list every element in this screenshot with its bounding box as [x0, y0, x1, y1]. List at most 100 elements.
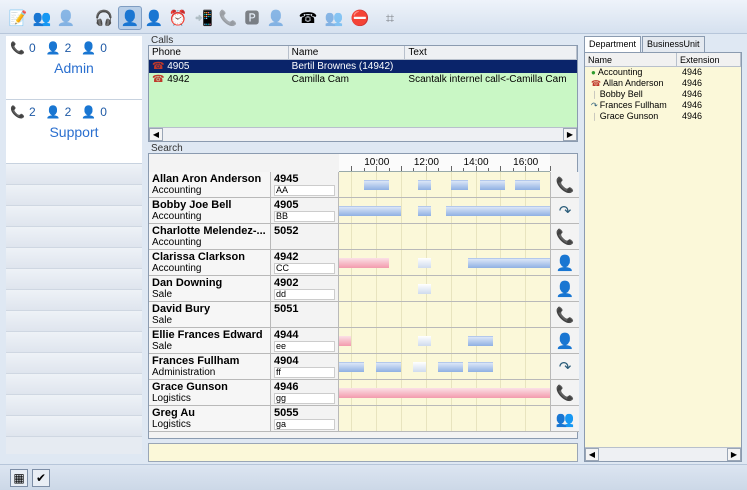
scroll-right-button[interactable]: ▶ — [563, 128, 577, 141]
search-input[interactable] — [148, 443, 578, 462]
person-department: Accounting — [152, 185, 202, 196]
user-available-button[interactable]: 👤 — [118, 6, 142, 30]
col-phone[interactable]: Phone — [149, 46, 289, 59]
call-row[interactable]: ☎ 4942 Camilla Cam Scantalk internel cal… — [149, 73, 577, 86]
person-department: Accounting — [152, 263, 202, 274]
transfer-call-button[interactable]: 📲 — [192, 6, 216, 30]
user-grey-button[interactable]: 👤 — [54, 6, 78, 30]
phone-idle-icon[interactable]: 📞 — [550, 380, 579, 405]
scroll-left-button[interactable]: ◀ — [585, 448, 599, 461]
person-extension: 4945 — [274, 173, 299, 185]
edit-profile-icon: 📝 — [8, 9, 28, 27]
phone-idle-icon: ❘ — [591, 112, 598, 121]
user-busy-button[interactable]: 👤 — [142, 6, 166, 30]
person-department: Accounting — [152, 237, 202, 248]
activity-bar — [376, 362, 402, 372]
department-row[interactable]: ❘ Grace Gunson 4946 — [585, 111, 741, 122]
activity-bar — [339, 362, 364, 372]
user-forward-button[interactable]: 👤 — [264, 6, 288, 30]
stop-button[interactable]: ⛔ — [348, 6, 372, 30]
hang-up-button[interactable]: ☎ — [296, 6, 320, 30]
agent-free-icon: 👤 — [81, 41, 97, 55]
network-icon[interactable]: ▦ — [10, 469, 28, 487]
user-clock-button[interactable]: ⏰ — [166, 6, 190, 30]
user-available-icon[interactable]: 👤 — [550, 276, 579, 301]
person-row[interactable]: Greg Au Logistics 5055 ga 👥 — [149, 406, 579, 432]
call-forward-icon[interactable]: ↷ — [550, 354, 579, 379]
person-row[interactable]: David Bury Sale 5051 📞 — [149, 302, 579, 328]
activity-bar — [339, 258, 389, 268]
col-extension[interactable]: Extension — [677, 53, 741, 66]
phone-idle-icon[interactable]: 📞 — [550, 224, 579, 249]
empty-slot — [6, 374, 142, 395]
person-department: Logistics — [152, 419, 191, 430]
empty-slot — [6, 227, 142, 248]
keypad-button[interactable]: ⌗ — [378, 6, 402, 30]
person-row[interactable]: Dan Downing Sale 4902 dd 👤 — [149, 276, 579, 302]
person-row[interactable]: Clarissa Clarkson Accounting 4942 CC 👤 — [149, 250, 579, 276]
department-member-extension: 4946 — [682, 67, 703, 77]
tab-business-unit[interactable]: BusinessUnit — [642, 36, 705, 52]
user-available-icon[interactable]: 👤 — [550, 328, 579, 353]
person-name-cell: Allan Aron Anderson Accounting — [149, 172, 271, 197]
extension-cell: 5051 — [271, 302, 339, 327]
phone-idle-icon: ❘ — [591, 90, 598, 99]
department-member-extension: 4946 — [682, 89, 703, 99]
person-department: Administration — [152, 367, 216, 378]
department-row[interactable]: ☎ Allan Anderson 4946 — [585, 78, 741, 89]
call-row[interactable]: ☎ 4905 Bertil Brownes (14942) — [149, 60, 577, 73]
scroll-left-button[interactable]: ◀ — [149, 128, 163, 141]
department-row[interactable]: ● Accounting 4946 — [585, 67, 741, 78]
activity-bar — [468, 336, 493, 346]
person-row[interactable]: Allan Aron Anderson Accounting 4945 AA 📞 — [149, 172, 579, 198]
park-button[interactable]: 🅿 — [240, 6, 264, 30]
conference-button[interactable]: 👥 — [322, 6, 346, 30]
col-name[interactable]: Name — [289, 46, 406, 59]
person-initials: ee — [274, 341, 335, 352]
empty-slot — [6, 416, 142, 437]
person-department: Sale — [152, 289, 173, 300]
activity-bar — [413, 362, 426, 372]
group-icon[interactable]: 👥 — [550, 406, 579, 431]
group-name: Admin — [54, 60, 94, 76]
person-row[interactable]: Frances Fullham Administration 4904 ff ↷ — [149, 354, 579, 380]
call-forward-icon[interactable]: ↷ — [550, 198, 579, 223]
timeline-track — [339, 250, 551, 275]
col-text[interactable]: Text — [405, 46, 577, 59]
user-headset-button[interactable]: 🎧 — [92, 6, 116, 30]
phone-ringing-icon[interactable]: 📞 — [550, 172, 579, 197]
users-group-button[interactable]: 👥 — [30, 6, 54, 30]
call-icon: ☎ — [152, 74, 165, 85]
person-extension: 5051 — [274, 303, 299, 315]
user-available-icon: 👤 — [120, 9, 140, 27]
call-back-button[interactable]: 📞 — [216, 6, 240, 30]
person-name-cell: Greg Au Logistics — [149, 406, 271, 431]
call-back-icon: 📞 — [218, 9, 238, 27]
activity-bar — [445, 206, 550, 216]
person-name: Grace Gunson — [152, 381, 228, 393]
check-icon[interactable]: ✔ — [32, 469, 50, 487]
edit-profile-button[interactable]: 📝 — [6, 6, 30, 30]
group-admin[interactable]: 📞 0 👤 2 👤 0 Admin — [6, 36, 142, 100]
free-count: 0 — [100, 105, 107, 119]
tab-department[interactable]: Department — [584, 36, 642, 52]
person-row[interactable]: Grace Gunson Logistics 4946 gg 📞 — [149, 380, 579, 406]
phone-icon: 📞 — [10, 105, 25, 119]
activity-bar — [438, 362, 464, 372]
toolbar: 📝 👥 👤 🎧 👤 👤 ⏰ 📲 📞 🅿 👤 ☎ 👥 ⛔ ⌗ — [0, 0, 747, 34]
department-horizontal-scrollbar[interactable]: ◀ ▶ — [585, 447, 741, 461]
phone-idle-icon[interactable]: 📞 — [550, 302, 579, 327]
department-row[interactable]: ↷ Frances Fullham 4946 — [585, 100, 741, 111]
group-name: Support — [49, 124, 99, 140]
person-row[interactable]: Bobby Joe Bell Accounting 4905 BB ↷ — [149, 198, 579, 224]
department-row[interactable]: ❘ Bobby Bell 4946 — [585, 89, 741, 100]
user-available-icon[interactable]: 👤 — [550, 250, 579, 275]
group-support[interactable]: 📞 2 👤 2 👤 0 Support — [6, 100, 142, 164]
calls-count: 2 — [28, 105, 36, 119]
calls-horizontal-scrollbar[interactable]: ◀ ▶ — [149, 127, 577, 141]
scroll-right-button[interactable]: ▶ — [727, 448, 741, 461]
col-name[interactable]: Name — [585, 53, 677, 66]
person-row[interactable]: Ellie Frances Edward Sale 4944 ee 👤 — [149, 328, 579, 354]
person-name: Greg Au — [152, 407, 195, 419]
person-row[interactable]: Charlotte Melendez-... Accounting 5052 📞 — [149, 224, 579, 250]
